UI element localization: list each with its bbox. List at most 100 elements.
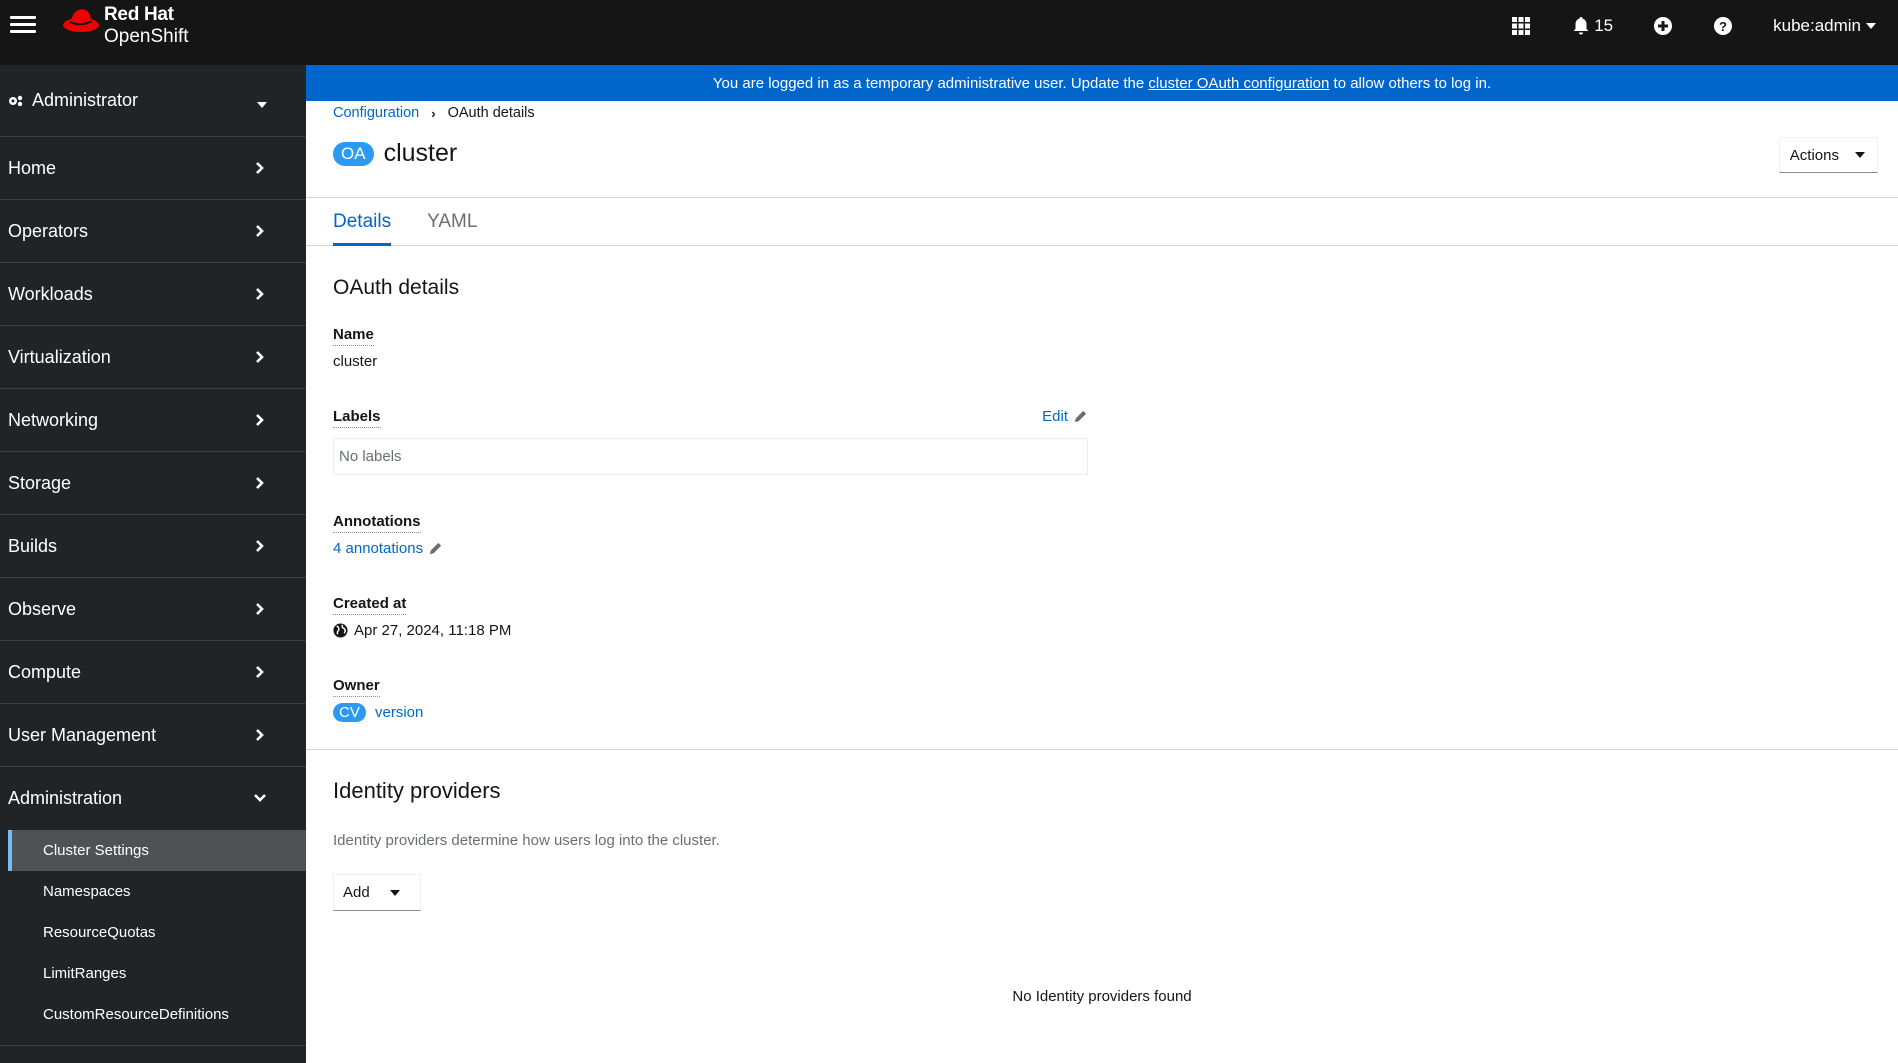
globe-icon [333, 623, 348, 638]
chevron-right-icon [256, 729, 264, 741]
oauth-config-link[interactable]: cluster OAuth configuration [1148, 75, 1329, 92]
add-idp-button[interactable]: Add [333, 874, 421, 911]
section-heading: OAuth details [333, 276, 460, 299]
sidebar-item-label: Networking [8, 409, 99, 430]
sidebar-item-storage[interactable]: Storage [0, 452, 306, 515]
sidebar-item-builds[interactable]: Builds [0, 515, 306, 578]
idp-heading: Identity providers [333, 778, 501, 803]
breadcrumb-configuration[interactable]: Configuration [333, 105, 419, 121]
edit-label: Edit [1042, 408, 1068, 425]
tabs: Details YAML [306, 198, 1898, 246]
sidebar-item-label: Workloads [8, 283, 93, 304]
sidebar-item-virtualization[interactable]: Virtualization [0, 326, 306, 389]
name-value: cluster [333, 353, 378, 370]
sidebar-item-user-management[interactable]: User Management [0, 704, 306, 767]
sidebar-subitem-resourcequotas[interactable]: ResourceQuotas [8, 912, 306, 953]
chevron-right-icon [256, 351, 264, 363]
admin-banner: You are logged in as a temporary adminis… [306, 65, 1898, 101]
caret-down-icon [257, 102, 267, 108]
oauth-details-section: OAuth details Name cluster Labels Edit N… [306, 246, 1898, 722]
chevron-down-icon [254, 794, 266, 802]
chevron-right-icon [256, 225, 264, 237]
chevron-right-icon [256, 540, 264, 552]
chevron-right-icon [256, 603, 264, 615]
notifications-button[interactable]: 15 [1571, 16, 1613, 36]
sidebar-item-home[interactable]: Home [0, 137, 306, 200]
sidebar-subitem-limitranges[interactable]: LimitRanges [8, 953, 306, 994]
plus-circle-icon [1654, 17, 1673, 35]
breadcrumb-current: OAuth details [447, 105, 535, 121]
pencil-icon [429, 542, 442, 555]
sidebar-item-label: Compute [8, 661, 82, 682]
user-menu[interactable]: kube:admin [1773, 16, 1876, 36]
svg-text:?: ? [1719, 19, 1727, 34]
banner-text-end: to allow others to log in. [1329, 74, 1492, 92]
page-title: cluster [383, 139, 458, 167]
owner-link[interactable]: version [375, 704, 423, 721]
chevron-right-icon [256, 162, 264, 174]
caret-down-icon [1855, 152, 1865, 158]
created-at-value: Apr 27, 2024, 11:18 PM [354, 622, 512, 639]
add-label: Add [343, 884, 370, 901]
sidebar-item-label: Operators [8, 220, 89, 241]
logo[interactable]: Red Hat OpenShift [62, 4, 189, 48]
main-content: You are logged in as a temporary adminis… [306, 65, 1898, 1063]
pencil-icon [1074, 410, 1087, 423]
sidebar-subitem-cluster-settings[interactable]: Cluster Settings [8, 830, 306, 871]
page-header: Configuration › OAuth details OA cluster… [306, 101, 1898, 198]
sidebar-item-label: Builds [8, 535, 58, 556]
administration-subnav: Cluster Settings Namespaces ResourceQuotas… [0, 830, 306, 1046]
owner-badge: CV [333, 703, 366, 722]
sidebar-item-networking[interactable]: Networking [0, 389, 306, 452]
chevron-right-icon: › [431, 105, 436, 121]
resource-badge: OA [333, 141, 374, 166]
labels-box: No labels [333, 438, 1088, 475]
bell-icon [1573, 17, 1589, 35]
annotations-label: Annotations [333, 513, 421, 533]
chevron-right-icon [256, 414, 264, 426]
masthead-toolbar: 15 ? kube:admin [1511, 0, 1898, 52]
sidebar-item-label: Observe [8, 598, 77, 619]
user-name: kube:admin [1773, 16, 1861, 35]
sidebar-subitem-namespaces[interactable]: Namespaces [8, 871, 306, 912]
sidebar-item-administration[interactable]: Administration [0, 767, 306, 830]
created-at-label: Created at [333, 595, 407, 615]
sidebar-item-observe[interactable]: Observe [0, 578, 306, 641]
sidebar-item-compute[interactable]: Compute [0, 641, 306, 704]
help-icon: ? [1714, 17, 1733, 35]
sidebar-item-operators[interactable]: Operators [0, 200, 306, 263]
name-label: Name [333, 326, 374, 346]
sidebar-item-label: Storage [8, 472, 72, 493]
chevron-right-icon [256, 477, 264, 489]
red-hat-logo-icon [63, 9, 99, 32]
brand-name: Red Hat [104, 4, 174, 25]
app-launcher-icon [1512, 17, 1531, 35]
tab-details[interactable]: Details [333, 198, 392, 246]
app-launcher-button[interactable] [1511, 16, 1531, 36]
labels-label: Labels [333, 408, 381, 428]
annotations-link[interactable]: 4 annotations [333, 540, 423, 557]
owner-label: Owner [333, 677, 380, 697]
sidebar: Administrator Home Operators Workloads Virt… [0, 65, 306, 1063]
banner-text: You are logged in as a temporary adminis… [712, 74, 1149, 92]
tab-yaml[interactable]: YAML [427, 198, 477, 245]
quick-create-button[interactable] [1653, 16, 1673, 36]
chevron-right-icon [256, 288, 264, 300]
perspective-label: Administrator [32, 90, 139, 110]
actions-label: Actions [1789, 146, 1839, 164]
breadcrumb: Configuration › OAuth details [333, 105, 535, 121]
sidebar-item-label: Home [8, 157, 57, 178]
notifications-count: 15 [1594, 16, 1614, 35]
actions-button[interactable]: Actions [1778, 137, 1878, 173]
idp-description: Identity providers determine how users l… [333, 832, 720, 849]
hamburger-icon[interactable] [10, 12, 36, 38]
sidebar-subitem-customresourcedefinitions[interactable]: CustomResourceDefinitions [8, 994, 306, 1035]
perspective-switcher[interactable]: Administrator [0, 65, 306, 137]
caret-down-icon [389, 889, 400, 896]
caret-down-icon [1866, 23, 1876, 29]
chevron-right-icon [256, 666, 264, 678]
cogs-icon [9, 95, 23, 106]
edit-labels-button[interactable]: Edit [1042, 408, 1088, 425]
help-button[interactable]: ? [1713, 16, 1733, 36]
sidebar-item-workloads[interactable]: Workloads [0, 263, 306, 326]
